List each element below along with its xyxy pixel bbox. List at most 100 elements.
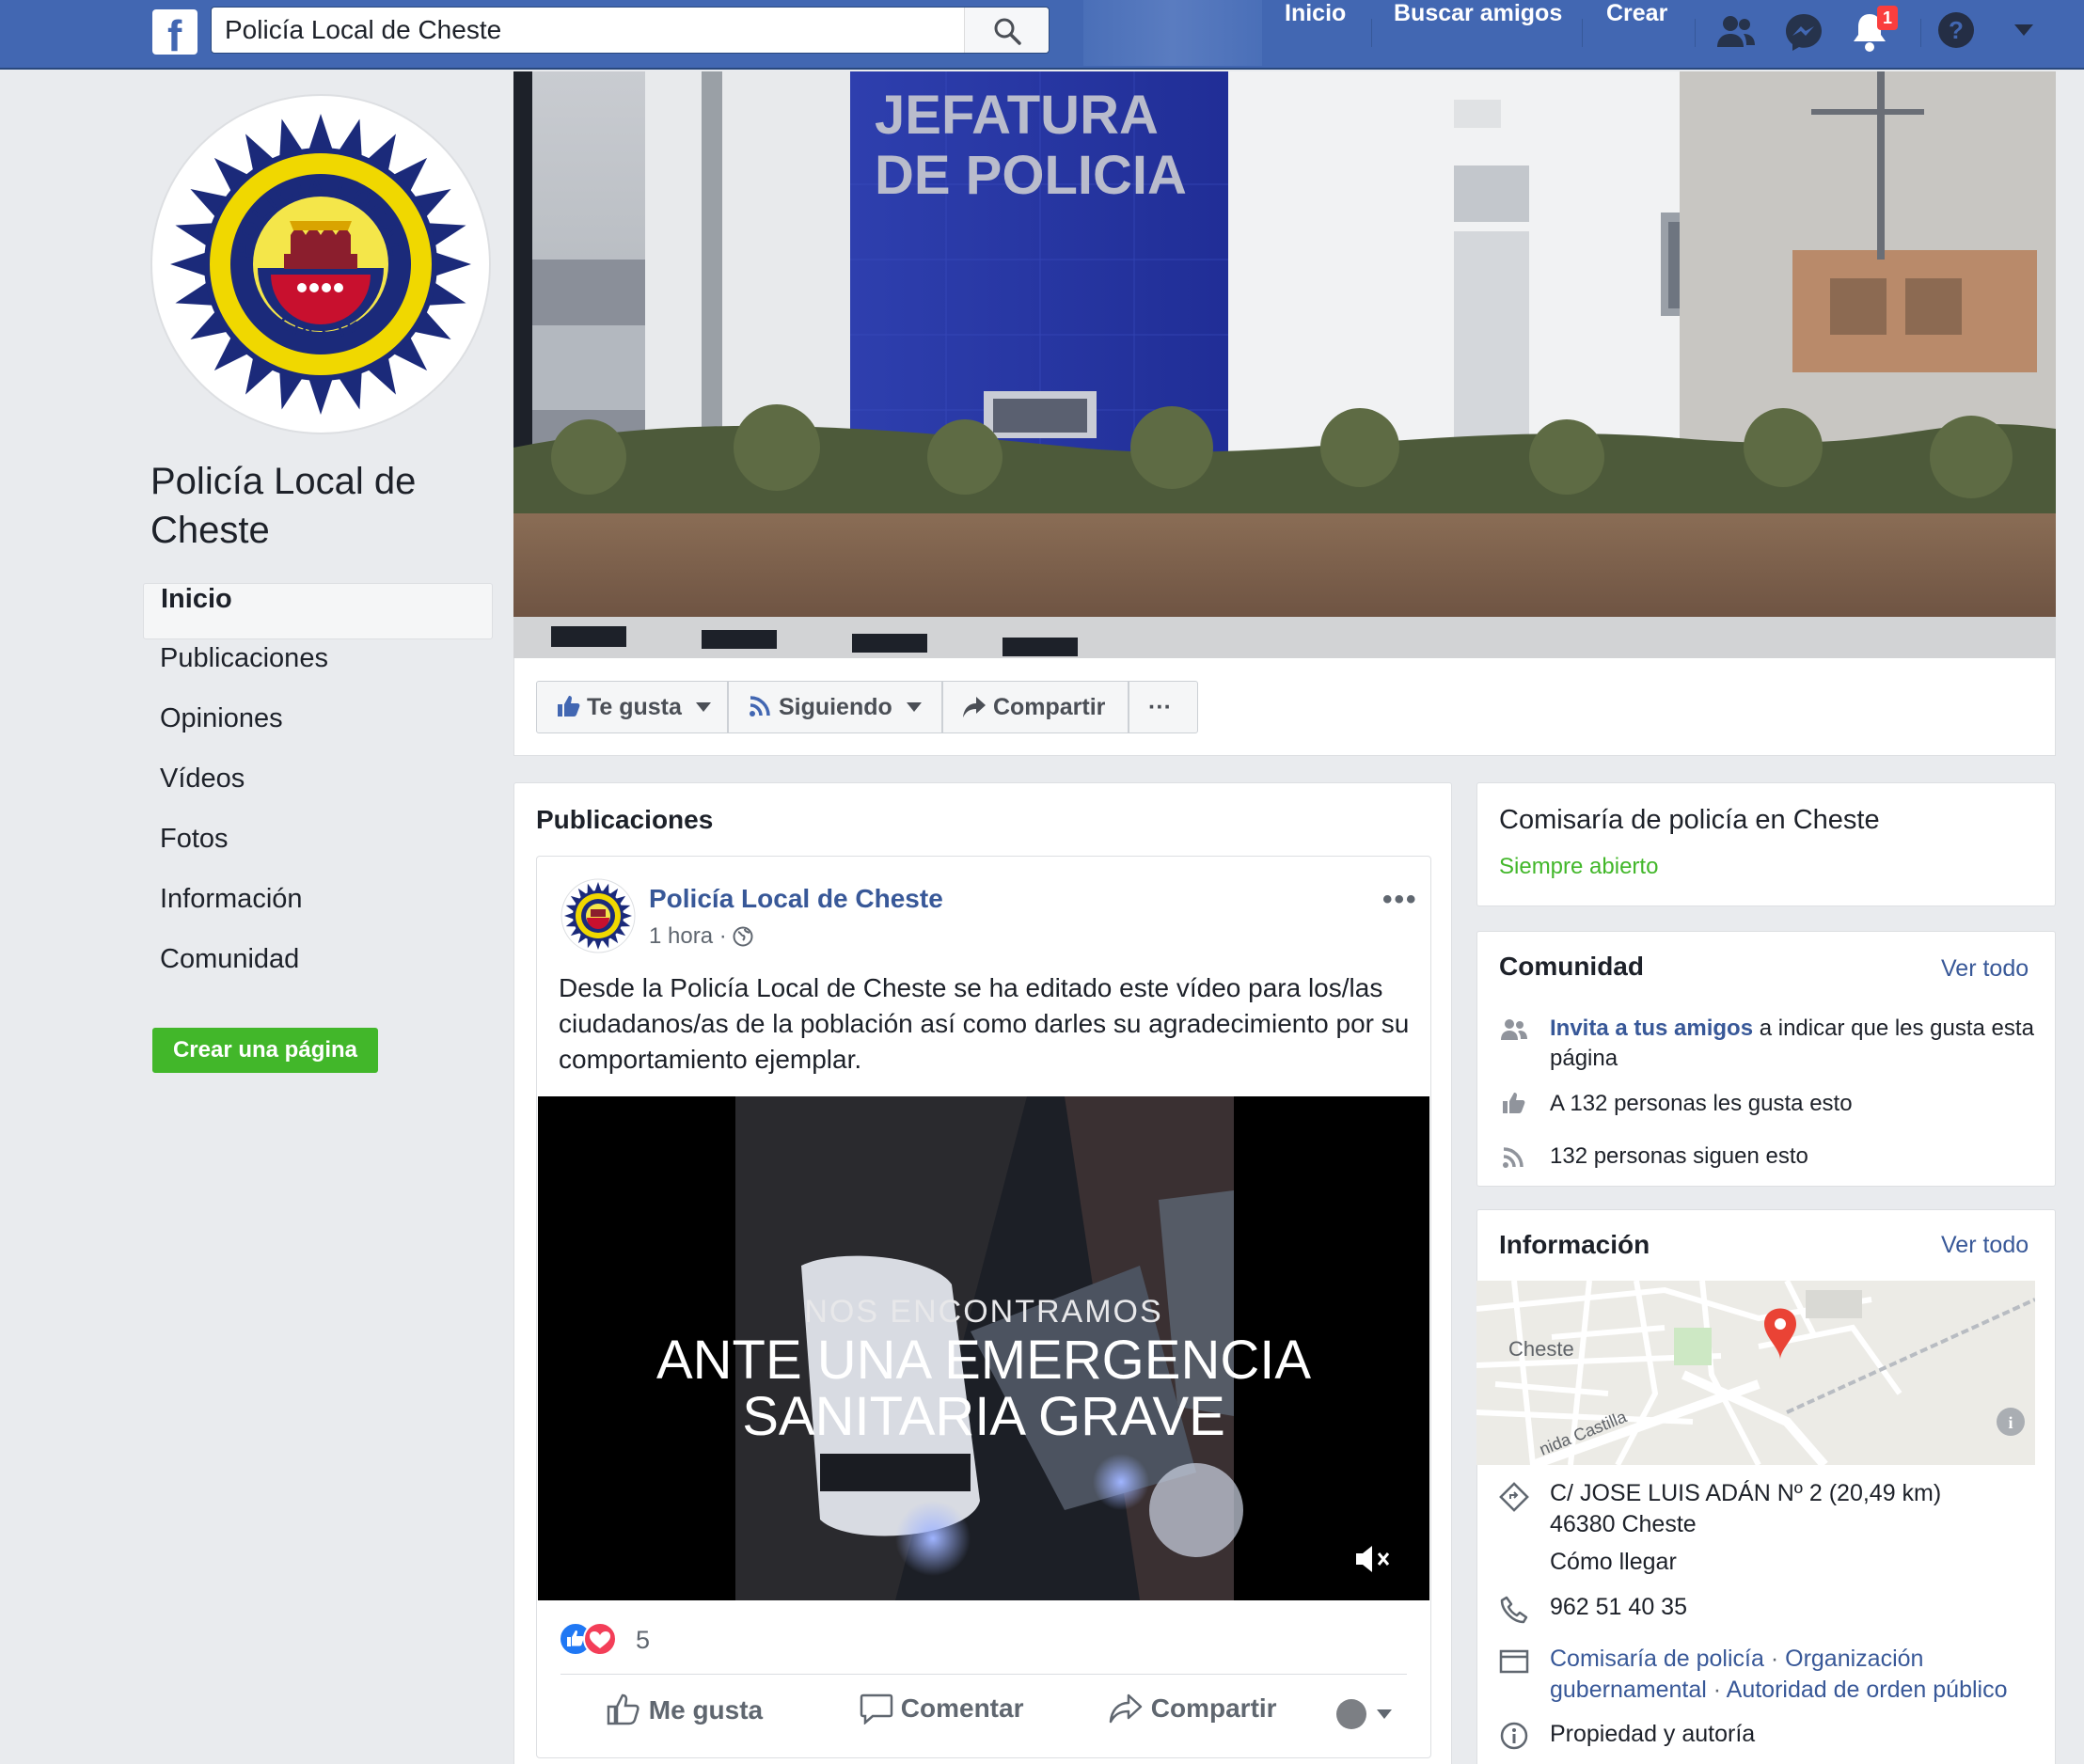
search-button[interactable] xyxy=(964,8,1049,53)
cover-photo[interactable]: JEFATURA DE POLICIA xyxy=(513,71,2056,658)
post-comment-label: Comentar xyxy=(900,1693,1024,1723)
likes-count-text[interactable]: A 132 personas les gusta esto xyxy=(1550,1091,1853,1117)
page-profile-picture[interactable]: POLICIA LOCAL CHESTE xyxy=(150,94,491,434)
svg-text:?: ? xyxy=(1949,16,1964,44)
nav-divider xyxy=(1582,19,1583,47)
sidebar-item-photos[interactable]: Fotos xyxy=(143,824,493,880)
thumbs-up-icon xyxy=(558,696,580,717)
sidebar-item-videos[interactable]: Vídeos xyxy=(143,764,493,820)
help-question-icon[interactable]: ? xyxy=(1937,11,1975,49)
community-title: Comunidad xyxy=(1499,952,1644,981)
post-author-name[interactable]: Policía Local de Cheste xyxy=(649,884,943,914)
facebook-logo-icon[interactable]: f xyxy=(152,9,197,57)
category-folder-icon xyxy=(1499,1649,1529,1674)
reaction-icons-like-love[interactable] xyxy=(559,1621,626,1657)
address-line-2: 46380 Cheste xyxy=(1550,1511,1697,1537)
post-share-label: Compartir xyxy=(1150,1693,1277,1723)
avatar-chevron-down-icon xyxy=(1336,1699,1392,1729)
share-page-button[interactable]: Compartir xyxy=(942,681,1129,733)
address-line-1: C/ JOSE LUIS ADÁN Nº 2 (20,49 km) xyxy=(1550,1480,1942,1506)
search-icon xyxy=(994,18,1021,45)
phone-number[interactable]: 962 51 40 35 xyxy=(1550,1592,1687,1623)
divider xyxy=(560,1674,1407,1675)
post-time-label: 1 hora xyxy=(649,923,714,949)
create-page-button[interactable]: Crear una página xyxy=(152,1028,378,1073)
followers-rss-icon xyxy=(1503,1147,1524,1168)
post-comment-button[interactable]: Comentar xyxy=(860,1693,1023,1725)
share-arrow-icon xyxy=(963,697,986,717)
police-badge-logo: POLICIA LOCAL CHESTE xyxy=(170,114,471,415)
svg-text:SANITARIA GRAVE: SANITARIA GRAVE xyxy=(742,1386,1225,1447)
nav-find-friends-link[interactable]: Buscar amigos xyxy=(1388,0,1568,60)
page-categories-line-1: Comisaría de policía · Organización xyxy=(1550,1644,2039,1675)
post-like-label: Me gusta xyxy=(648,1695,764,1725)
sidebar-item-about[interactable]: Información xyxy=(143,884,493,940)
nav-create-link[interactable]: Crear xyxy=(1601,0,1673,60)
information-title: Información xyxy=(1499,1230,1650,1259)
search-input[interactable] xyxy=(225,8,977,53)
posts-section-title: Publicaciones xyxy=(536,805,714,834)
messenger-icon[interactable] xyxy=(1783,11,1824,53)
post-author-avatar[interactable] xyxy=(560,878,636,953)
nav-divider xyxy=(1920,19,1921,47)
search-box xyxy=(211,7,1050,54)
directions-diamond-icon xyxy=(1499,1482,1529,1512)
like-page-button[interactable]: Te gusta xyxy=(536,681,728,733)
reaction-count[interactable]: 5 xyxy=(636,1626,650,1655)
comment-bubble-icon xyxy=(860,1693,893,1725)
chevron-down-icon xyxy=(695,702,711,712)
category-link-organization[interactable]: Organización xyxy=(1785,1646,1923,1672)
svg-text:DE POLICIA: DE POLICIA xyxy=(875,145,1187,206)
globe-public-icon xyxy=(733,926,753,947)
sidebar-item-community[interactable]: Comunidad xyxy=(143,944,493,1000)
page-category[interactable]: Comisaría de policía en Cheste xyxy=(1499,805,1880,836)
share-arrow-outline-icon xyxy=(1109,1693,1143,1724)
post-text: Desde la Policía Local de Cheste se ha e… xyxy=(559,973,1410,1074)
separator-dot: · xyxy=(718,923,734,949)
location-map[interactable]: Cheste nida Castilla i xyxy=(1476,1281,2035,1465)
invite-friends-link[interactable]: Invita a tus amigos xyxy=(1550,1016,1753,1041)
likes-thumbs-up-icon xyxy=(1503,1093,1525,1113)
svg-text:i: i xyxy=(2008,1413,2013,1432)
profile-shortcut-blurred[interactable] xyxy=(1083,0,1262,66)
thumbs-up-outline-icon xyxy=(607,1693,639,1725)
open-hours-status: Siempre abierto xyxy=(1499,854,1659,879)
share-page-label: Compartir xyxy=(992,694,1106,720)
post-like-button[interactable]: Me gusta xyxy=(606,1693,763,1726)
information-see-all-link[interactable]: Ver todo xyxy=(1941,1232,2029,1259)
notification-count-badge: 1 xyxy=(1877,6,1898,30)
nav-divider xyxy=(1371,19,1372,47)
muted-volume-icon[interactable] xyxy=(1352,1540,1396,1578)
community-see-all-link[interactable]: Ver todo xyxy=(1941,955,2029,983)
friend-requests-icon[interactable] xyxy=(1715,13,1757,51)
post-options-ellipsis-icon[interactable]: ••• xyxy=(1382,884,1418,916)
account-menu-chevron-down-icon[interactable] xyxy=(2013,23,2035,38)
svg-text:ANTE UNA EMERGENCIA: ANTE UNA EMERGENCIA xyxy=(656,1330,1311,1391)
category-link-governmental[interactable]: gubernamental xyxy=(1550,1677,1707,1703)
sidebar-item-reviews[interactable]: Opiniones xyxy=(143,703,493,760)
category-link-law-enforcement[interactable]: Autoridad de orden público xyxy=(1727,1677,2008,1703)
post-video[interactable]: NOS ENCONTRAMOS ANTE UNA EMERGENCIA SANI… xyxy=(538,1096,1429,1600)
follow-page-button[interactable]: Siguiendo xyxy=(728,681,942,733)
svg-text:JEFATURA: JEFATURA xyxy=(875,85,1159,146)
chevron-down-icon xyxy=(906,702,922,712)
page-transparency-link[interactable]: Propiedad y autoría xyxy=(1550,1719,1755,1750)
more-options-button[interactable]: ··· xyxy=(1129,681,1198,733)
post-share-button[interactable]: Compartir xyxy=(1108,1693,1277,1725)
map-image: Cheste nida Castilla i xyxy=(1476,1281,2035,1465)
followers-count-text[interactable]: 132 personas siguen esto xyxy=(1550,1143,1808,1170)
invite-friends-text: Invita a tus amigos a indicar que les gu… xyxy=(1550,1014,2039,1074)
police-headquarters-photo: JEFATURA DE POLICIA xyxy=(513,71,2056,658)
page-categories-line-2: gubernamental · Autoridad de orden públi… xyxy=(1550,1675,2039,1706)
invite-friends-icon xyxy=(1501,1019,1527,1040)
info-circle-icon xyxy=(1500,1722,1528,1750)
follow-page-label: Siguiendo xyxy=(778,694,892,720)
like-page-label: Te gusta xyxy=(586,694,682,720)
sidebar-item-home[interactable]: Inicio xyxy=(143,583,493,639)
post-as-selector[interactable] xyxy=(1335,1698,1396,1735)
sidebar-item-posts[interactable]: Publicaciones xyxy=(143,643,493,700)
nav-home-link[interactable]: Inicio xyxy=(1279,0,1351,60)
category-link-police-station[interactable]: Comisaría de policía xyxy=(1550,1646,1764,1672)
directions-link[interactable]: Cómo llegar xyxy=(1550,1547,1677,1578)
post-timestamp[interactable]: 1 hora · xyxy=(649,923,753,950)
